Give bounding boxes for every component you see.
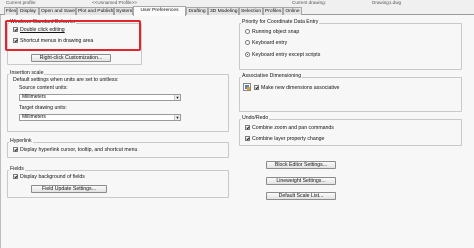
display-fields-background-checkbox[interactable] bbox=[13, 174, 18, 179]
tab-profiles[interactable]: Profiles bbox=[263, 7, 283, 15]
target-units-value: Millimeters bbox=[22, 114, 46, 120]
make-associative-checkbox[interactable] bbox=[254, 85, 259, 90]
current-drawing-label: Current drawing: bbox=[292, 0, 326, 5]
combine-zoom-pan-label: Combine zoom and pan commands bbox=[252, 125, 334, 131]
fields-title: Fields bbox=[9, 166, 25, 172]
keyboard-except-scripts-label: Keyboard entry except scripts bbox=[252, 52, 321, 58]
tab-selection[interactable]: Selection bbox=[239, 7, 263, 15]
tab-open-and-save[interactable]: Open and Save bbox=[39, 7, 76, 15]
make-associative-label: Make new dimensions associative bbox=[261, 85, 340, 91]
keyboard-except-scripts-row[interactable]: Keyboard entry except scripts bbox=[245, 52, 320, 58]
shortcut-menus-row[interactable]: Shortcut menus in drawing area bbox=[13, 38, 93, 44]
tab-3d-modeling[interactable]: 3D Modeling bbox=[208, 7, 239, 15]
tab-plot-and-publish[interactable]: Plot and Publish bbox=[76, 7, 114, 15]
default-scale-list-button[interactable]: Default Scale List... bbox=[266, 192, 336, 200]
keyboard-entry-row[interactable]: Keyboard entry bbox=[245, 40, 287, 46]
combine-zoom-pan-row[interactable]: Combine zoom and pan commands bbox=[245, 125, 334, 131]
combine-layer-change-row[interactable]: Combine layer property change bbox=[245, 136, 324, 142]
chevron-down-icon: ▼ bbox=[174, 115, 180, 120]
running-osnap-label: Running object snap bbox=[252, 29, 300, 35]
double-click-editing-checkbox[interactable] bbox=[13, 27, 18, 32]
field-update-settings-button[interactable]: Field Update Settings... bbox=[31, 185, 107, 193]
tab-online[interactable]: Online bbox=[283, 7, 302, 15]
chevron-down-icon: ▼ bbox=[174, 95, 180, 100]
display-hyperlink-checkbox[interactable] bbox=[13, 147, 18, 152]
tab-files[interactable]: Files bbox=[4, 7, 17, 15]
target-units-label: Target drawing units: bbox=[19, 105, 67, 111]
make-associative-row[interactable]: Make new dimensions associative bbox=[254, 85, 339, 91]
running-osnap-row[interactable]: Running object snap bbox=[245, 29, 299, 35]
display-fields-background-row[interactable]: Display background of fields bbox=[13, 174, 85, 180]
current-profile-label: Current profile: bbox=[6, 0, 37, 5]
source-units-label: Source content units: bbox=[19, 85, 68, 91]
tab-display[interactable]: Display bbox=[17, 7, 39, 15]
combine-zoom-pan-checkbox[interactable] bbox=[245, 125, 250, 130]
priority-title: Priority for Coordinate Data Entry bbox=[241, 19, 320, 25]
running-osnap-radio[interactable] bbox=[245, 29, 250, 34]
shortcut-menus-label: Shortcut menus in drawing area bbox=[20, 38, 94, 44]
current-drawing-value: Drawing1.dwg bbox=[372, 0, 402, 5]
source-units-value: Millimeters bbox=[22, 94, 46, 100]
display-hyperlink-label: Display hyperlink cursor, tooltip, and s… bbox=[20, 147, 138, 153]
display-hyperlink-row[interactable]: Display hyperlink cursor, tooltip, and s… bbox=[13, 147, 137, 153]
user-preferences-panel: Windows Standard Behavior Double click e… bbox=[0, 15, 474, 248]
double-click-editing-label: Double click editing bbox=[20, 27, 65, 33]
double-click-editing-row[interactable]: Double click editing bbox=[13, 27, 65, 33]
combine-layer-change-label: Combine layer property change bbox=[252, 136, 325, 142]
shortcut-menus-checkbox[interactable] bbox=[13, 38, 18, 43]
wsb-title: Windows Standard Behavior bbox=[9, 19, 77, 25]
insertion-scale-title: Insertion scale bbox=[9, 70, 45, 76]
combine-layer-change-checkbox[interactable] bbox=[245, 136, 250, 141]
associative-dimensioning-group bbox=[239, 77, 462, 112]
tab-drafting[interactable]: Drafting bbox=[186, 7, 208, 15]
tab-user-preferences[interactable]: User Preferences bbox=[133, 6, 186, 16]
target-units-select[interactable]: Millimeters ▼ bbox=[19, 114, 181, 121]
hyperlink-title: Hyperlink bbox=[9, 138, 33, 144]
keyboard-except-scripts-radio[interactable] bbox=[245, 52, 250, 57]
source-units-select[interactable]: Millimeters ▼ bbox=[19, 94, 181, 101]
right-click-customization-button[interactable]: Right-click Customization... bbox=[31, 54, 111, 62]
insertion-desc: Default settings when units are set to u… bbox=[13, 77, 119, 83]
display-fields-background-label: Display background of fields bbox=[20, 174, 85, 180]
undo-redo-title: Undo/Redo bbox=[241, 115, 270, 121]
lineweight-settings-button[interactable]: Lineweight Settings... bbox=[266, 177, 336, 185]
block-editor-settings-button[interactable]: Block Editor Settings... bbox=[266, 161, 336, 169]
keyboard-entry-radio[interactable] bbox=[245, 40, 250, 45]
options-tab-bar: Files Display Open and Save Plot and Pub… bbox=[0, 6, 474, 16]
keyboard-entry-label: Keyboard entry bbox=[252, 40, 288, 46]
tab-system[interactable]: System bbox=[114, 7, 133, 15]
current-profile-value: <<Unnamed Profile>> bbox=[92, 0, 137, 5]
associative-dimension-icon bbox=[243, 83, 251, 91]
associative-title: Associative Dimensioning bbox=[241, 73, 303, 79]
